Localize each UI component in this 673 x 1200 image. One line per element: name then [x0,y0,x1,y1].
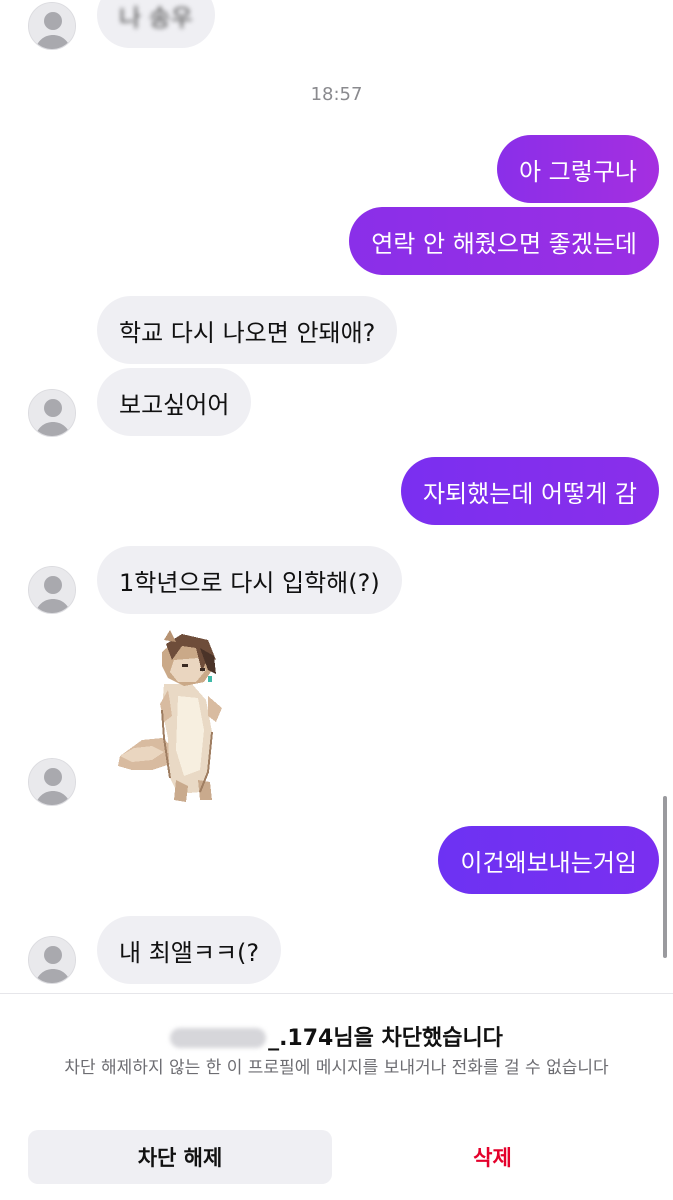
message-text: 자퇴했는데 어떻게 감 [423,479,637,508]
message-text: 나 송우 [119,3,193,32]
sender-avatar[interactable] [28,566,76,614]
person-icon [29,390,75,436]
message-text: 내 최앨ㅋㅋ(? [119,938,260,967]
pixel-animal-sticker[interactable] [112,630,242,810]
message-bubble-outgoing[interactable]: 이건왜보내는거임 [438,826,659,894]
message-timestamp: 18:57 [310,84,363,105]
sticker-icon [118,630,222,802]
message-text: 아 그렇구나 [518,157,637,186]
person-icon [29,937,75,983]
sender-avatar[interactable] [28,936,76,984]
person-icon [29,3,75,49]
sender-avatar[interactable] [28,758,76,806]
message-bubble-outgoing[interactable]: 아 그렇구나 [496,135,659,203]
message-text: 1학년으로 다시 입학해(?) [119,568,380,597]
message-bubble-outgoing[interactable]: 자퇴했는데 어떻게 감 [401,457,659,525]
blocked-notice-text: _.174님을 차단했습니다 [268,1026,503,1051]
message-bubble-incoming[interactable]: 나 송우 [97,0,215,48]
blocked-notice-description: 차단 해제하지 않는 한 이 프로필에 메시지를 보내거나 전화를 걸 수 없습… [64,1058,609,1078]
redacted-username [170,1028,267,1048]
message-thread[interactable]: 나 송우 18:57 아 그렇구나 연락 안 해줬으면 좋겠는데 학교 다시 나… [0,0,673,993]
person-icon [29,567,75,613]
message-text: 보고싶어어 [119,390,230,419]
message-bubble-incoming[interactable]: 내 최앨ㅋㅋ(? [97,916,282,984]
message-bubble-outgoing[interactable]: 연락 안 해줬으면 좋겠는데 [349,207,659,275]
person-icon [29,759,75,805]
delete-button[interactable]: 삭제 [340,1130,645,1184]
message-text: 학교 다시 나오면 안돼애? [119,318,376,347]
blocked-notice-title: _.174님을 차단했습니다 [0,1020,673,1052]
message-text: 연락 안 해줬으면 좋겠는데 [371,229,637,258]
message-bubble-incoming[interactable]: 보고싶어어 [97,368,252,436]
sender-avatar[interactable] [28,389,76,437]
message-text: 이건왜보내는거임 [460,848,637,877]
message-bubble-incoming[interactable]: 1학년으로 다시 입학해(?) [97,546,402,614]
message-bubble-incoming[interactable]: 학교 다시 나오면 안돼애? [97,296,398,364]
unblock-button[interactable]: 차단 해제 [28,1130,332,1184]
sender-avatar[interactable] [28,2,76,50]
scrollbar[interactable] [663,796,667,958]
